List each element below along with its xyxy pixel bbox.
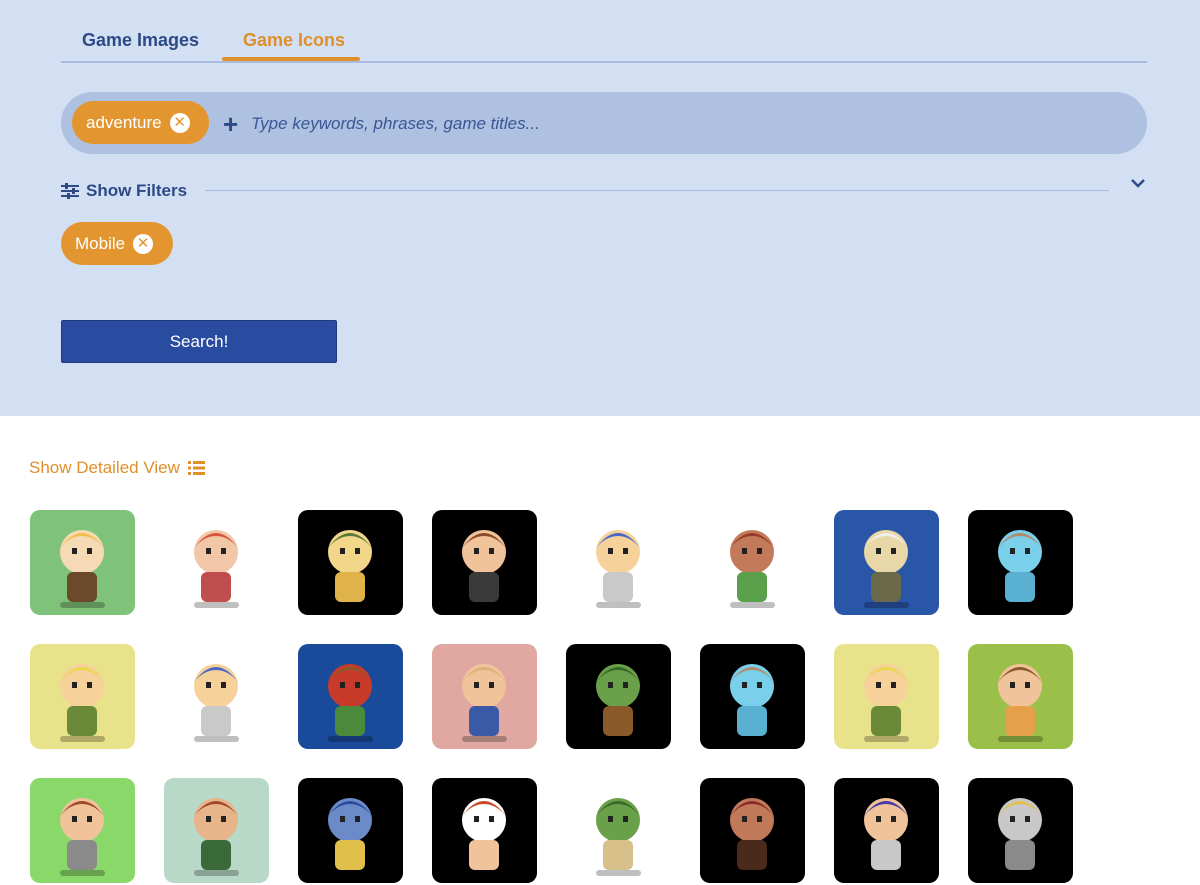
remove-chip-icon[interactable]: ✕ bbox=[169, 112, 190, 133]
blonde-girl-icon[interactable] bbox=[30, 644, 135, 749]
filter-chip-label: Mobile bbox=[75, 233, 126, 253]
show-filters-label: Show Filters bbox=[86, 181, 188, 200]
tile-art bbox=[194, 798, 239, 876]
pixel-knight-icon[interactable] bbox=[164, 644, 269, 749]
tile-art bbox=[730, 798, 775, 876]
keyword-chip: adventure ✕ bbox=[72, 101, 209, 144]
tile-art bbox=[864, 664, 909, 742]
search-panel: Game Images Game Icons adventure ✕ + Sho… bbox=[0, 0, 1200, 416]
tab-bar: Game Images Game Icons bbox=[61, 18, 1147, 63]
pixel-boy-icon[interactable] bbox=[700, 778, 805, 883]
tab-game-icons[interactable]: Game Icons bbox=[243, 30, 345, 51]
red-hair-girl-icon[interactable] bbox=[432, 778, 537, 883]
blonde-girl-icon[interactable] bbox=[834, 644, 939, 749]
list-icon bbox=[187, 461, 205, 475]
tile-art bbox=[194, 530, 239, 608]
pixel-knight-icon[interactable] bbox=[566, 510, 671, 615]
tile-art bbox=[462, 798, 507, 876]
tile-art bbox=[462, 530, 507, 608]
tile-art bbox=[596, 798, 641, 876]
search-button[interactable]: Search! bbox=[61, 320, 337, 363]
red-hair-knight-icon[interactable] bbox=[30, 778, 135, 883]
chevron-down-icon[interactable] bbox=[1129, 176, 1147, 195]
tile-art bbox=[596, 530, 641, 608]
brown-hair-boy-icon[interactable] bbox=[968, 644, 1073, 749]
tile-art bbox=[60, 530, 105, 608]
tile-art bbox=[864, 530, 909, 608]
tile-art bbox=[998, 664, 1043, 742]
add-keyword-icon[interactable]: + bbox=[223, 109, 238, 140]
show-detailed-view-toggle[interactable]: Show Detailed View bbox=[29, 458, 205, 478]
tile-art bbox=[60, 798, 105, 876]
tile-art bbox=[730, 664, 775, 742]
sliders-icon bbox=[61, 183, 79, 199]
red-hair-miner-icon[interactable] bbox=[298, 644, 403, 749]
elf-archer-icon[interactable] bbox=[566, 644, 671, 749]
tab-game-images[interactable]: Game Images bbox=[82, 30, 199, 51]
divider bbox=[205, 190, 1109, 191]
tile-art bbox=[60, 664, 105, 742]
keyword-chip-label: adventure bbox=[86, 112, 162, 132]
miner-pickaxe-icon[interactable] bbox=[30, 510, 135, 615]
pixel-boy-icon[interactable] bbox=[432, 510, 537, 615]
tile-art bbox=[998, 798, 1043, 876]
active-tab-indicator bbox=[222, 57, 360, 61]
filter-chip: Mobile ✕ bbox=[61, 222, 173, 265]
tile-art bbox=[194, 664, 239, 742]
archer-girl-icon[interactable] bbox=[298, 510, 403, 615]
tile-art bbox=[730, 530, 775, 608]
tile-art bbox=[596, 664, 641, 742]
remove-filter-icon[interactable]: ✕ bbox=[133, 233, 154, 254]
straw-hat-samurai-icon[interactable] bbox=[834, 510, 939, 615]
tile-art bbox=[462, 664, 507, 742]
tile-art bbox=[328, 664, 373, 742]
show-filters-toggle[interactable]: Show Filters bbox=[61, 180, 187, 202]
pixel-heroine-icon[interactable] bbox=[164, 510, 269, 615]
blue-wizard-icon[interactable] bbox=[298, 778, 403, 883]
purple-warrior-icon[interactable] bbox=[834, 778, 939, 883]
green-goblin-icon[interactable] bbox=[566, 778, 671, 883]
detailed-view-label: Show Detailed View bbox=[29, 458, 180, 477]
blue-ghost-icon[interactable] bbox=[968, 510, 1073, 615]
search-input[interactable] bbox=[251, 110, 1071, 138]
miner-dwarf-icon[interactable] bbox=[164, 778, 269, 883]
blue-ghost-icon[interactable] bbox=[700, 644, 805, 749]
tile-art bbox=[998, 530, 1043, 608]
runner-warrior-icon[interactable] bbox=[700, 510, 805, 615]
armored-knight-icon[interactable] bbox=[968, 778, 1073, 883]
cowboy-farmer-icon[interactable] bbox=[432, 644, 537, 749]
search-bar: adventure ✕ + bbox=[61, 92, 1147, 154]
tile-art bbox=[328, 530, 373, 608]
tile-art bbox=[328, 798, 373, 876]
tile-art bbox=[864, 798, 909, 876]
